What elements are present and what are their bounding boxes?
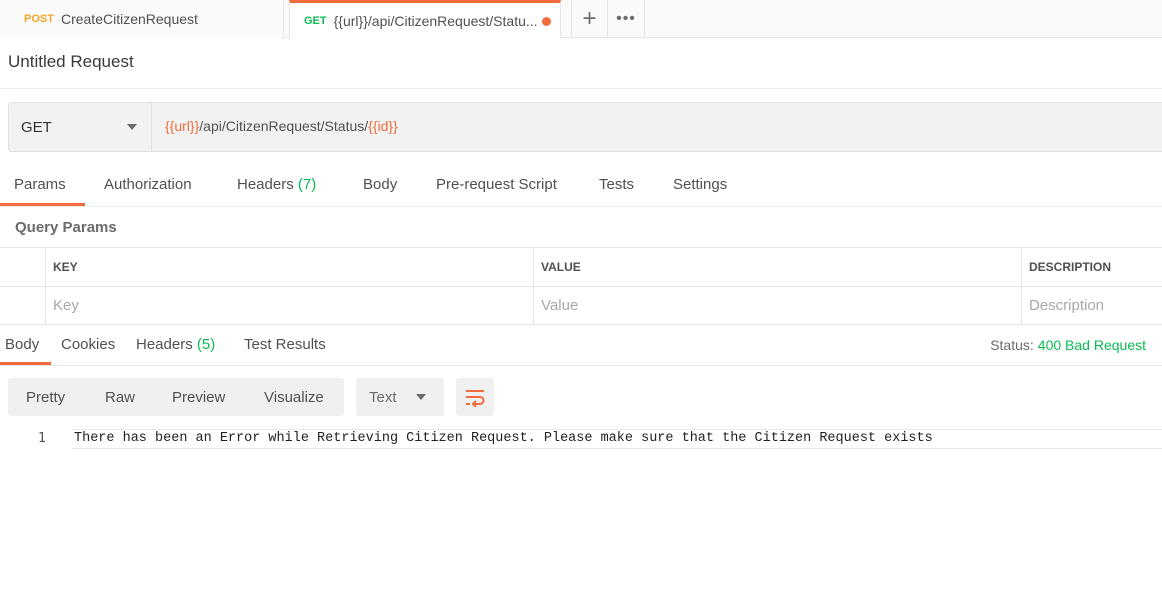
key-input[interactable]: Key — [45, 286, 533, 324]
tab-title: CreateCitizenRequest — [60, 11, 198, 27]
query-params-title: Query Params — [15, 219, 117, 236]
headers-count: (7) — [297, 176, 317, 193]
line-number: 1 — [38, 431, 46, 446]
url-input[interactable]: {{url}}/api/CitizenRequest/Status/{{id}} — [165, 118, 398, 134]
response-tab-body[interactable]: Body — [5, 336, 39, 353]
response-body-text[interactable]: There has been an Error while Retrieving… — [72, 429, 1162, 449]
tab-pre-request-script[interactable]: Pre-request Script — [436, 176, 557, 193]
visualize-button[interactable]: Visualize — [264, 389, 324, 406]
wrap-lines-button[interactable] — [456, 378, 494, 416]
more-horizontal-icon: ••• — [616, 10, 636, 27]
tab-label: Headers — [136, 336, 193, 353]
language-value: Text — [369, 389, 397, 406]
wrap-lines-icon — [466, 390, 485, 407]
tab-label: Headers — [237, 176, 294, 193]
preview-button[interactable]: Preview — [172, 389, 225, 406]
query-params-table: KEY VALUE DESCRIPTION Key Value Descript… — [0, 247, 1162, 325]
tab-params[interactable]: Params — [14, 176, 66, 193]
tab-title: {{url}}/api/CitizenRequest/Statu... — [333, 13, 538, 29]
column-header-description: DESCRIPTION — [1021, 248, 1162, 286]
add-tab-button[interactable]: + — [571, 0, 608, 38]
pretty-button[interactable]: Pretty — [26, 389, 65, 406]
row-checkbox-cell — [0, 286, 45, 324]
response-code-line: 1 There has been an Error while Retrievi… — [0, 429, 1162, 449]
request-tab-bar: POST CreateCitizenRequest GET {{url}}/ap… — [0, 0, 1162, 39]
response-tab-test-results[interactable]: Test Results — [244, 336, 326, 353]
response-tabs: Body Cookies Headers (5) Test Results St… — [0, 325, 1162, 366]
url-bar: GET {{url}}/api/CitizenRequest/Status/{{… — [8, 102, 1162, 152]
more-tabs-button[interactable]: ••• — [608, 0, 645, 38]
tab-get-citizen-request-status[interactable]: GET {{url}}/api/CitizenRequest/Statu... — [289, 0, 561, 39]
url-variable: {{url}} — [165, 118, 200, 134]
status-badge[interactable]: 400 Bad Request — [1038, 337, 1146, 353]
response-tab-cookies[interactable]: Cookies — [61, 336, 115, 353]
raw-button[interactable]: Raw — [105, 389, 135, 406]
tab-settings[interactable]: Settings — [673, 176, 727, 193]
divider — [0, 88, 1162, 89]
tab-tests[interactable]: Tests — [599, 176, 634, 193]
table-header-row: KEY VALUE DESCRIPTION — [0, 248, 1162, 287]
http-method-select[interactable]: GET — [9, 103, 152, 151]
response-status: Status: 400 Bad Request — [990, 337, 1146, 353]
tab-authorization[interactable]: Authorization — [104, 176, 192, 193]
tab-method-badge: GET — [304, 15, 327, 27]
value-input[interactable]: Value — [533, 286, 1021, 324]
response-language-select[interactable]: Text — [356, 378, 444, 416]
column-header-key: KEY — [45, 248, 533, 286]
http-method-value: GET — [21, 118, 52, 136]
chevron-down-icon — [416, 394, 426, 400]
url-path: /api/CitizenRequest/Status/ — [199, 118, 369, 134]
active-tab-indicator — [0, 362, 51, 365]
active-tab-indicator — [0, 203, 85, 206]
response-format-group: Pretty Raw Preview Visualize — [8, 378, 344, 416]
description-input[interactable]: Description — [1021, 286, 1162, 324]
unsaved-dot-icon — [541, 16, 551, 26]
tab-method-badge: POST — [24, 13, 54, 25]
tab-headers[interactable]: Headers (7) — [237, 176, 316, 193]
column-header-value: VALUE — [533, 248, 1021, 286]
plus-icon: + — [582, 5, 597, 32]
request-config-tabs: Params Authorization Headers (7) Body Pr… — [0, 166, 1162, 207]
id-variable: {{id}} — [368, 118, 398, 134]
tab-body[interactable]: Body — [363, 176, 397, 193]
tab-create-citizen-request[interactable]: POST CreateCitizenRequest — [0, 0, 284, 38]
headers-count: (5) — [196, 336, 216, 353]
status-label: Status: — [990, 337, 1034, 353]
checkbox-column-header — [0, 248, 45, 286]
request-name[interactable]: Untitled Request — [8, 52, 134, 72]
response-tab-headers[interactable]: Headers (5) — [136, 336, 215, 353]
table-row: Key Value Description — [0, 286, 1162, 325]
chevron-down-icon — [127, 124, 137, 130]
